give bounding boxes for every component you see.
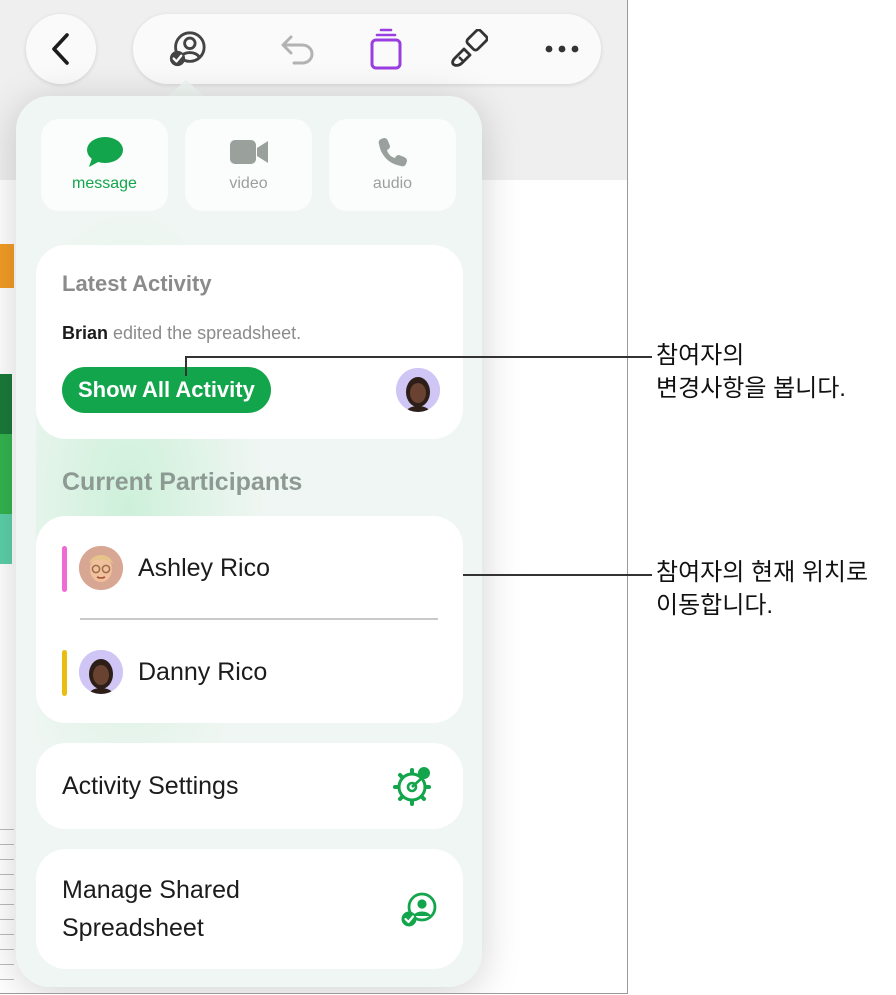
paintbrush-button[interactable] <box>449 29 489 69</box>
callout-line: 이동합니다. <box>656 592 774 619</box>
avatar-memoji-icon <box>79 546 123 590</box>
avatar-memoji-icon <box>79 650 123 694</box>
toolbar <box>133 14 601 84</box>
callout-leader <box>185 356 652 358</box>
callout-line: 참여자의 <box>656 342 745 369</box>
chart-bar <box>0 374 12 434</box>
callout-show-activity: 참여자의 변경사항을 봅니다. <box>656 339 846 405</box>
chart-bar <box>0 514 12 564</box>
callout-line: 참여자의 현재 위치로 <box>656 559 869 586</box>
participant-row[interactable]: Danny Rico <box>36 622 463 722</box>
collaboration-icon <box>169 31 206 67</box>
more-icon <box>545 45 579 53</box>
undo-button[interactable] <box>278 29 318 69</box>
avatar-memoji-icon <box>396 368 440 412</box>
latest-activity-card: Latest Activity Brian edited the spreads… <box>36 245 463 439</box>
participant-name: Ashley Rico <box>138 554 270 582</box>
activity-settings-label: Activity Settings <box>62 772 239 800</box>
divider <box>80 618 438 620</box>
participants-card: Ashley Rico Danny Rico <box>36 516 463 723</box>
chevron-left-icon <box>52 33 69 65</box>
callout-line: 변경사항을 봅니다. <box>656 375 846 402</box>
background-table-grid <box>0 815 14 985</box>
more-button[interactable] <box>542 29 582 69</box>
participant-color-bar <box>62 546 67 592</box>
manage-shared-icon-wrap <box>400 891 438 934</box>
message-label: message <box>72 175 137 192</box>
participant-color-bar <box>62 650 67 696</box>
avatar <box>396 368 440 412</box>
collaboration-button[interactable] <box>167 29 207 69</box>
chart-bar <box>0 434 12 514</box>
device-screen: message video audio Latest Activity Bria… <box>0 0 628 994</box>
video-button[interactable]: video <box>185 119 312 211</box>
activity-settings-row[interactable]: Activity Settings <box>36 743 463 829</box>
activity-description: edited the spreadsheet. <box>113 323 302 343</box>
chart-orange-block <box>0 244 14 288</box>
shared-person-check-icon <box>401 892 437 927</box>
callout-participants: 참여자의 현재 위치로 이동합니다. <box>656 556 868 622</box>
avatar <box>79 650 123 694</box>
activity-settings-gear-icon <box>393 767 431 806</box>
latest-activity-title: Latest Activity <box>62 271 212 296</box>
undo-icon <box>281 35 314 65</box>
manage-shared-line2: Spreadsheet <box>62 914 204 942</box>
activity-user: Brian <box>62 323 109 343</box>
manage-shared-line1: Manage Shared <box>62 876 240 904</box>
manage-shared-spreadsheet-row[interactable]: Manage Shared Spreadsheet <box>36 849 463 969</box>
audio-button[interactable]: audio <box>329 119 456 211</box>
activity-settings-icon-wrap <box>392 765 434 812</box>
phone-icon <box>378 138 407 167</box>
format-panel-icon <box>370 28 402 70</box>
video-camera-icon <box>229 140 268 164</box>
message-bubble-icon <box>86 137 123 167</box>
format-panel-button[interactable] <box>366 28 406 70</box>
callout-leader <box>185 356 187 376</box>
participant-row[interactable]: Ashley Rico <box>36 518 463 618</box>
callout-leader <box>463 574 652 576</box>
avatar <box>79 546 123 590</box>
background-chart <box>0 226 14 566</box>
video-label: video <box>229 175 268 192</box>
message-button[interactable]: message <box>41 119 168 211</box>
collaboration-popover: message video audio Latest Activity Bria… <box>16 96 482 987</box>
back-button[interactable] <box>26 14 96 84</box>
latest-activity-text: Brian edited the spreadsheet. <box>62 323 301 344</box>
audio-label: audio <box>372 175 413 192</box>
paintbrush-icon <box>451 29 488 67</box>
show-all-activity-button[interactable]: Show All Activity <box>62 367 271 413</box>
participant-name: Danny Rico <box>138 658 268 686</box>
current-participants-title: Current Participants <box>62 468 303 496</box>
